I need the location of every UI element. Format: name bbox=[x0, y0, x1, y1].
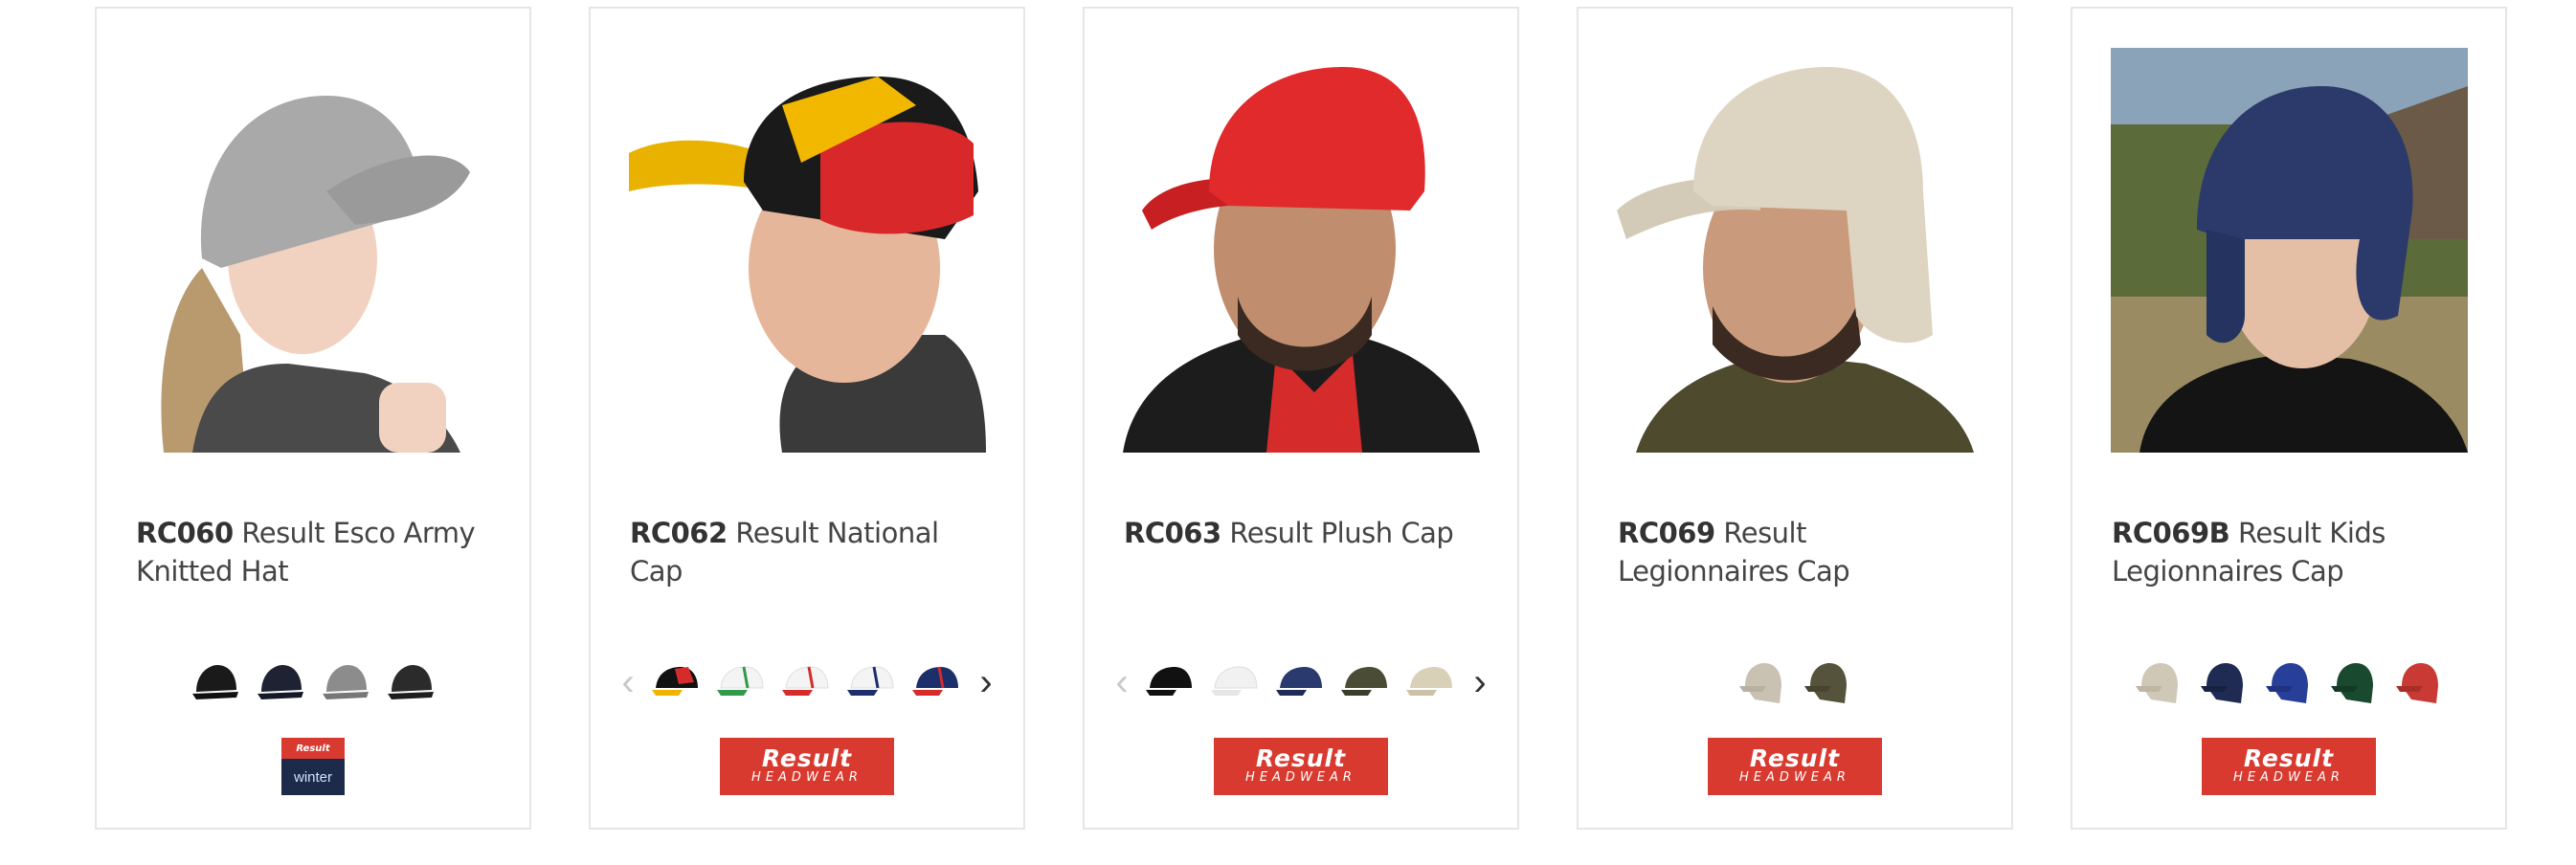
result-winter-brand-logo[interactable]: Result winter bbox=[281, 738, 345, 795]
product-code: RC060 bbox=[136, 517, 234, 549]
carousel-next-arrow-icon[interactable]: › bbox=[1464, 655, 1496, 709]
product-image[interactable] bbox=[2111, 48, 2468, 453]
product-image[interactable] bbox=[629, 48, 986, 453]
product-code: RC069B bbox=[2112, 517, 2230, 549]
product-card-rc063[interactable]: RC063 Result Plush Cap ‹ › Result HEADWE… bbox=[1083, 7, 1519, 830]
brand-logo-top: Result bbox=[761, 744, 853, 772]
stone-legionnaires-swatch[interactable] bbox=[1736, 655, 1789, 709]
product-title[interactable]: RC069 Result Legionnaires Cap bbox=[1618, 514, 1972, 590]
brand-logo-top: Result bbox=[1255, 744, 1347, 772]
colour-swatches bbox=[1579, 650, 2011, 715]
black-yellow-red-cap-swatch[interactable] bbox=[650, 655, 704, 709]
product-card-rc069b[interactable]: RC069B Result Kids Legionnaires Cap Resu… bbox=[2071, 7, 2507, 830]
brand-logo-bottom: HEADWEAR bbox=[1739, 770, 1850, 785]
product-title[interactable]: RC063 Result Plush Cap bbox=[1124, 514, 1478, 552]
white-red-cap-swatch[interactable] bbox=[780, 655, 834, 709]
charcoal-beanie-swatch[interactable] bbox=[384, 655, 437, 709]
carousel-prev-arrow-icon[interactable]: ‹ bbox=[1106, 655, 1138, 709]
bottle-green-kids-swatch[interactable] bbox=[2327, 655, 2381, 709]
product-image[interactable] bbox=[1123, 48, 1480, 453]
germany-colours-cap-photo bbox=[629, 48, 986, 453]
grey-beanie-swatch[interactable] bbox=[319, 655, 372, 709]
product-card-rc069[interactable]: RC069 Result Legionnaires Cap Result HEA… bbox=[1577, 7, 2013, 830]
result-headwear-brand-logo[interactable]: Result HEADWEAR bbox=[720, 738, 894, 795]
brand-logo-bottom: HEADWEAR bbox=[1245, 770, 1356, 785]
stone-cap-swatch[interactable] bbox=[1404, 655, 1458, 709]
swatch-viewport bbox=[644, 655, 970, 709]
black-beanie-swatch[interactable] bbox=[189, 655, 242, 709]
brand-logo-bottom: HEADWEAR bbox=[751, 770, 862, 785]
brand-logo-top: Result bbox=[2243, 744, 2335, 772]
white-navy-cap-swatch[interactable] bbox=[845, 655, 899, 709]
navy-red-cap-swatch[interactable] bbox=[910, 655, 964, 709]
swatch-viewport bbox=[1138, 655, 1464, 709]
royal-kids-swatch[interactable] bbox=[2262, 655, 2316, 709]
product-image[interactable] bbox=[1617, 48, 1974, 453]
brand-logo-bottom: winter bbox=[293, 768, 332, 786]
result-headwear-brand-logo[interactable]: Result HEADWEAR bbox=[2202, 738, 2376, 795]
navy-kids-swatch[interactable] bbox=[2197, 655, 2251, 709]
olive-legionnaires-swatch[interactable] bbox=[1801, 655, 1854, 709]
colour-swatch-carousel: ‹ › bbox=[1085, 650, 1517, 715]
brand-logo-top: Result bbox=[281, 738, 345, 759]
product-image[interactable] bbox=[135, 48, 492, 453]
red-plush-cap-photo bbox=[1123, 48, 1480, 453]
product-grid: RC060 Result Esco Army Knitted Hat Resul… bbox=[0, 0, 2576, 865]
navy-beanie-swatch[interactable] bbox=[254, 655, 307, 709]
product-title[interactable]: RC060 Result Esco Army Knitted Hat bbox=[136, 514, 490, 590]
product-code: RC063 bbox=[1124, 517, 1221, 549]
black-cap-swatch[interactable] bbox=[1144, 655, 1198, 709]
product-card-rc060[interactable]: RC060 Result Esco Army Knitted Hat Resul… bbox=[95, 7, 531, 830]
product-title[interactable]: RC069B Result Kids Legionnaires Cap bbox=[2112, 514, 2466, 590]
grey-knitted-peak-hat-photo bbox=[135, 48, 492, 453]
white-cap-swatch[interactable] bbox=[1209, 655, 1263, 709]
navy-kids-legionnaires-cap-photo bbox=[2111, 48, 2468, 453]
stone-legionnaires-cap-photo bbox=[1617, 48, 1974, 453]
navy-cap-swatch[interactable] bbox=[1274, 655, 1328, 709]
stone-kids-swatch[interactable] bbox=[2132, 655, 2185, 709]
white-green-cap-swatch[interactable] bbox=[715, 655, 769, 709]
product-name: Result Plush Cap bbox=[1221, 517, 1454, 549]
product-code: RC062 bbox=[630, 517, 728, 549]
product-card-rc062[interactable]: RC062 Result National Cap ‹ › Result HEA… bbox=[589, 7, 1025, 830]
colour-swatches bbox=[97, 650, 529, 715]
olive-cap-swatch[interactable] bbox=[1339, 655, 1393, 709]
result-headwear-brand-logo[interactable]: Result HEADWEAR bbox=[1214, 738, 1388, 795]
red-kids-swatch[interactable] bbox=[2392, 655, 2446, 709]
colour-swatch-carousel: ‹ › bbox=[591, 650, 1023, 715]
colour-swatches bbox=[2072, 650, 2505, 715]
brand-logo-bottom: HEADWEAR bbox=[2233, 770, 2344, 785]
product-code: RC069 bbox=[1618, 517, 1715, 549]
product-title[interactable]: RC062 Result National Cap bbox=[630, 514, 984, 590]
brand-logo-top: Result bbox=[1749, 744, 1841, 772]
carousel-prev-arrow-icon[interactable]: ‹ bbox=[612, 655, 644, 709]
carousel-next-arrow-icon[interactable]: › bbox=[970, 655, 1002, 709]
result-headwear-brand-logo[interactable]: Result HEADWEAR bbox=[1708, 738, 1882, 795]
